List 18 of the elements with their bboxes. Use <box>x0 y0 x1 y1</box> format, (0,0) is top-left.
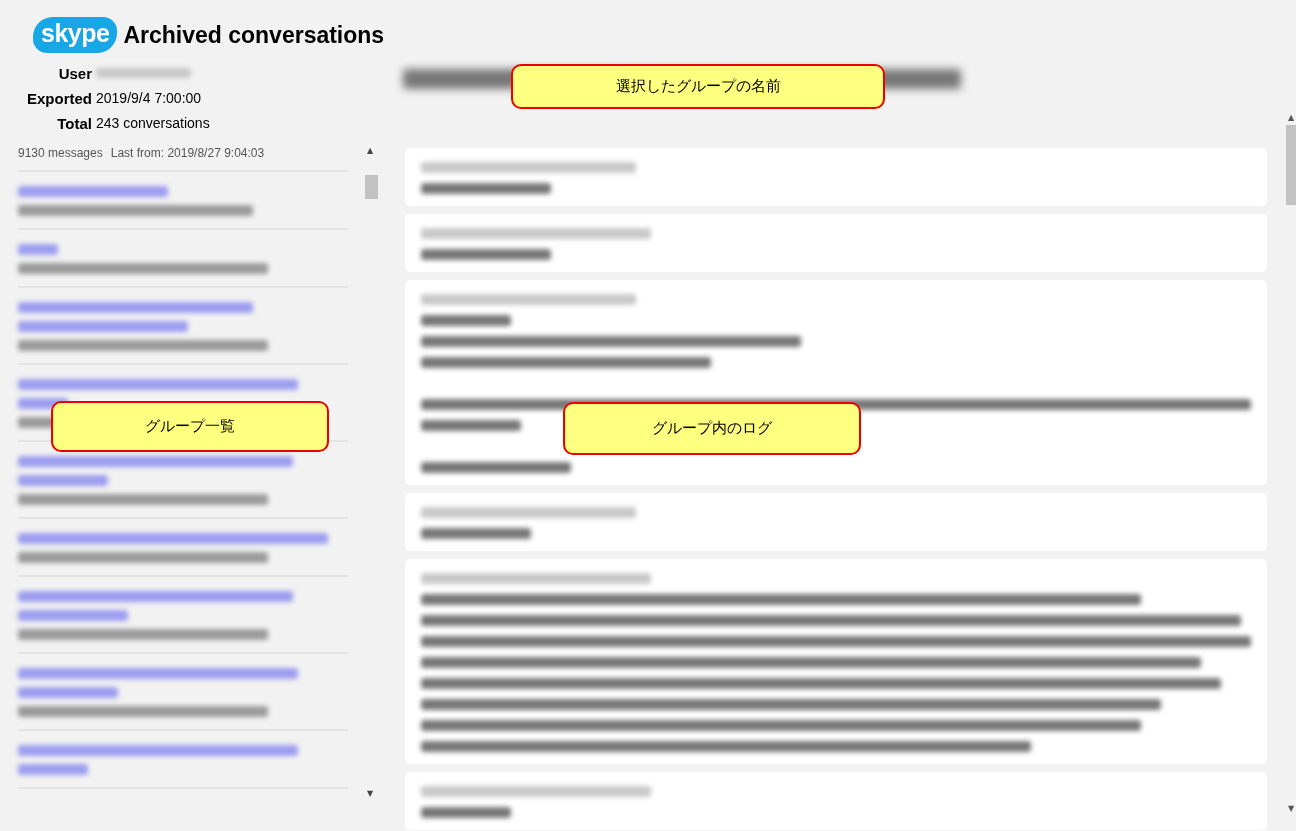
scrollbar-thumb[interactable] <box>365 175 378 199</box>
callout-label: グループ内のログ <box>563 402 861 455</box>
scroll-down-button[interactable]: ▼ <box>1287 804 1295 813</box>
info-label: Exported <box>26 89 92 109</box>
scroll-up-button[interactable]: ▲ <box>1287 113 1295 122</box>
page-title: Archived conversations <box>123 21 385 49</box>
info-label: User <box>57 64 92 84</box>
skype-logo: skype <box>33 17 118 53</box>
scroll-down-button[interactable]: ▼ <box>367 789 377 798</box>
info-value: 2019/9/4 7:00:00 <box>96 89 203 108</box>
message-count: 9130 messages <box>18 146 103 160</box>
callout-label: グループ一覧 <box>51 401 329 452</box>
callout-label: 選択したグループの名前 <box>511 64 885 109</box>
last-message-time: Last from: 2019/8/27 9:04:03 <box>110 146 265 160</box>
info-value: 243 conversations <box>96 114 211 133</box>
info-label: Total <box>56 114 92 134</box>
scroll-up-button[interactable]: ▲ <box>367 146 377 155</box>
scrollbar-thumb[interactable] <box>1286 125 1296 205</box>
